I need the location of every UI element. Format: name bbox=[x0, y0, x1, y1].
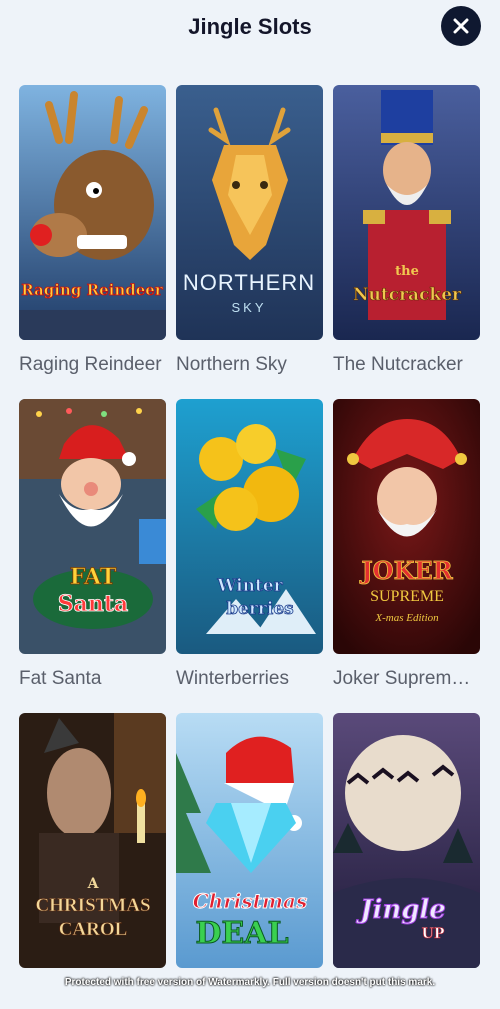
game-thumbnail[interactable]: Raging Reindeer bbox=[19, 85, 166, 340]
game-card-joker-supreme[interactable]: JOKER SUPREME X-mas Edition Joker Suprem… bbox=[333, 399, 480, 695]
game-card-raging-reindeer[interactable]: Raging Reindeer Raging Reindeer bbox=[19, 85, 166, 381]
game-name[interactable]: Raging Reindeer bbox=[19, 354, 166, 381]
game-card-christmas-deal[interactable]: Christmas DEAL bbox=[176, 713, 323, 1009]
game-name[interactable]: The Nutcracker bbox=[333, 354, 480, 381]
game-logo: DEAL bbox=[195, 916, 288, 951]
game-logo-top: JOKER bbox=[359, 556, 453, 585]
moon-sleigh-image: Jingle UP bbox=[333, 713, 480, 968]
game-name[interactable]: Joker Supreme ... bbox=[333, 668, 480, 695]
game-card-winterberries[interactable]: Winter berries Winterberries bbox=[176, 399, 323, 695]
game-logo: UP bbox=[422, 926, 445, 942]
game-logo-sub: X-mas Edition bbox=[374, 612, 439, 624]
game-card-the-nutcracker[interactable]: the Nutcracker The Nutcracker bbox=[333, 85, 480, 381]
berries-image: Winter berries bbox=[176, 399, 323, 654]
game-logo-top: Christmas bbox=[193, 889, 307, 913]
game-logo: NORTHERN bbox=[183, 270, 315, 295]
game-card-fat-santa[interactable]: FAT Santa Fat Santa bbox=[19, 399, 166, 695]
game-thumbnail[interactable]: the Nutcracker bbox=[333, 85, 480, 340]
header: Jingle Slots bbox=[0, 0, 500, 62]
game-thumbnail[interactable]: FAT Santa bbox=[19, 399, 166, 654]
game-thumbnail[interactable]: NORTHERN SKY bbox=[176, 85, 323, 340]
game-thumbnail[interactable]: A CHRISTMAS CAROL bbox=[19, 713, 166, 968]
game-logo: Santa bbox=[58, 591, 129, 617]
page-title: Jingle Slots bbox=[188, 14, 312, 39]
game-logo: Nutcracker bbox=[353, 285, 462, 305]
nutcracker-image: the Nutcracker bbox=[333, 85, 480, 340]
stag-image: NORTHERN SKY bbox=[176, 85, 323, 340]
game-thumbnail[interactable]: Christmas DEAL bbox=[176, 713, 323, 968]
game-logo-top: the bbox=[395, 264, 419, 279]
game-logo-top: Winter bbox=[216, 576, 283, 596]
game-grid: Raging Reindeer Raging Reindeer NORTHERN… bbox=[19, 85, 480, 1009]
watermark-text: Protected with free version of Watermark… bbox=[64, 977, 436, 988]
scrooge-image: A CHRISTMAS CAROL bbox=[19, 713, 166, 968]
game-card-a-christmas-carol[interactable]: A CHRISTMAS CAROL bbox=[19, 713, 166, 1009]
game-name[interactable]: Winterberries bbox=[176, 668, 323, 695]
game-logo-sub: SKY bbox=[231, 300, 266, 315]
diamond-image: Christmas DEAL bbox=[176, 713, 323, 968]
game-logo: SUPREME bbox=[370, 588, 444, 605]
game-logo: Raging Reindeer bbox=[21, 281, 164, 299]
joker-image: JOKER SUPREME X-mas Edition bbox=[333, 399, 480, 654]
santa-image: FAT Santa bbox=[19, 399, 166, 654]
close-icon bbox=[453, 18, 469, 34]
game-logo-top: FAT bbox=[70, 564, 117, 590]
game-logo-top: Jingle bbox=[355, 895, 446, 925]
game-thumbnail[interactable]: Winter berries bbox=[176, 399, 323, 654]
game-logo: CHRISTMAS bbox=[35, 895, 150, 916]
game-thumbnail[interactable]: Jingle UP bbox=[333, 713, 480, 968]
game-logo-sub: CAROL bbox=[59, 919, 128, 940]
game-name[interactable]: Northern Sky bbox=[176, 354, 323, 381]
game-card-northern-sky[interactable]: NORTHERN SKY Northern Sky bbox=[176, 85, 323, 381]
reindeer-image: Raging Reindeer bbox=[19, 85, 166, 340]
close-button[interactable] bbox=[441, 6, 481, 46]
game-thumbnail[interactable]: JOKER SUPREME X-mas Edition bbox=[333, 399, 480, 654]
game-logo-top: A bbox=[87, 876, 100, 892]
game-name[interactable]: Fat Santa bbox=[19, 668, 166, 695]
game-logo: berries bbox=[226, 599, 293, 619]
game-card-jingle-up[interactable]: Jingle UP bbox=[333, 713, 480, 1009]
